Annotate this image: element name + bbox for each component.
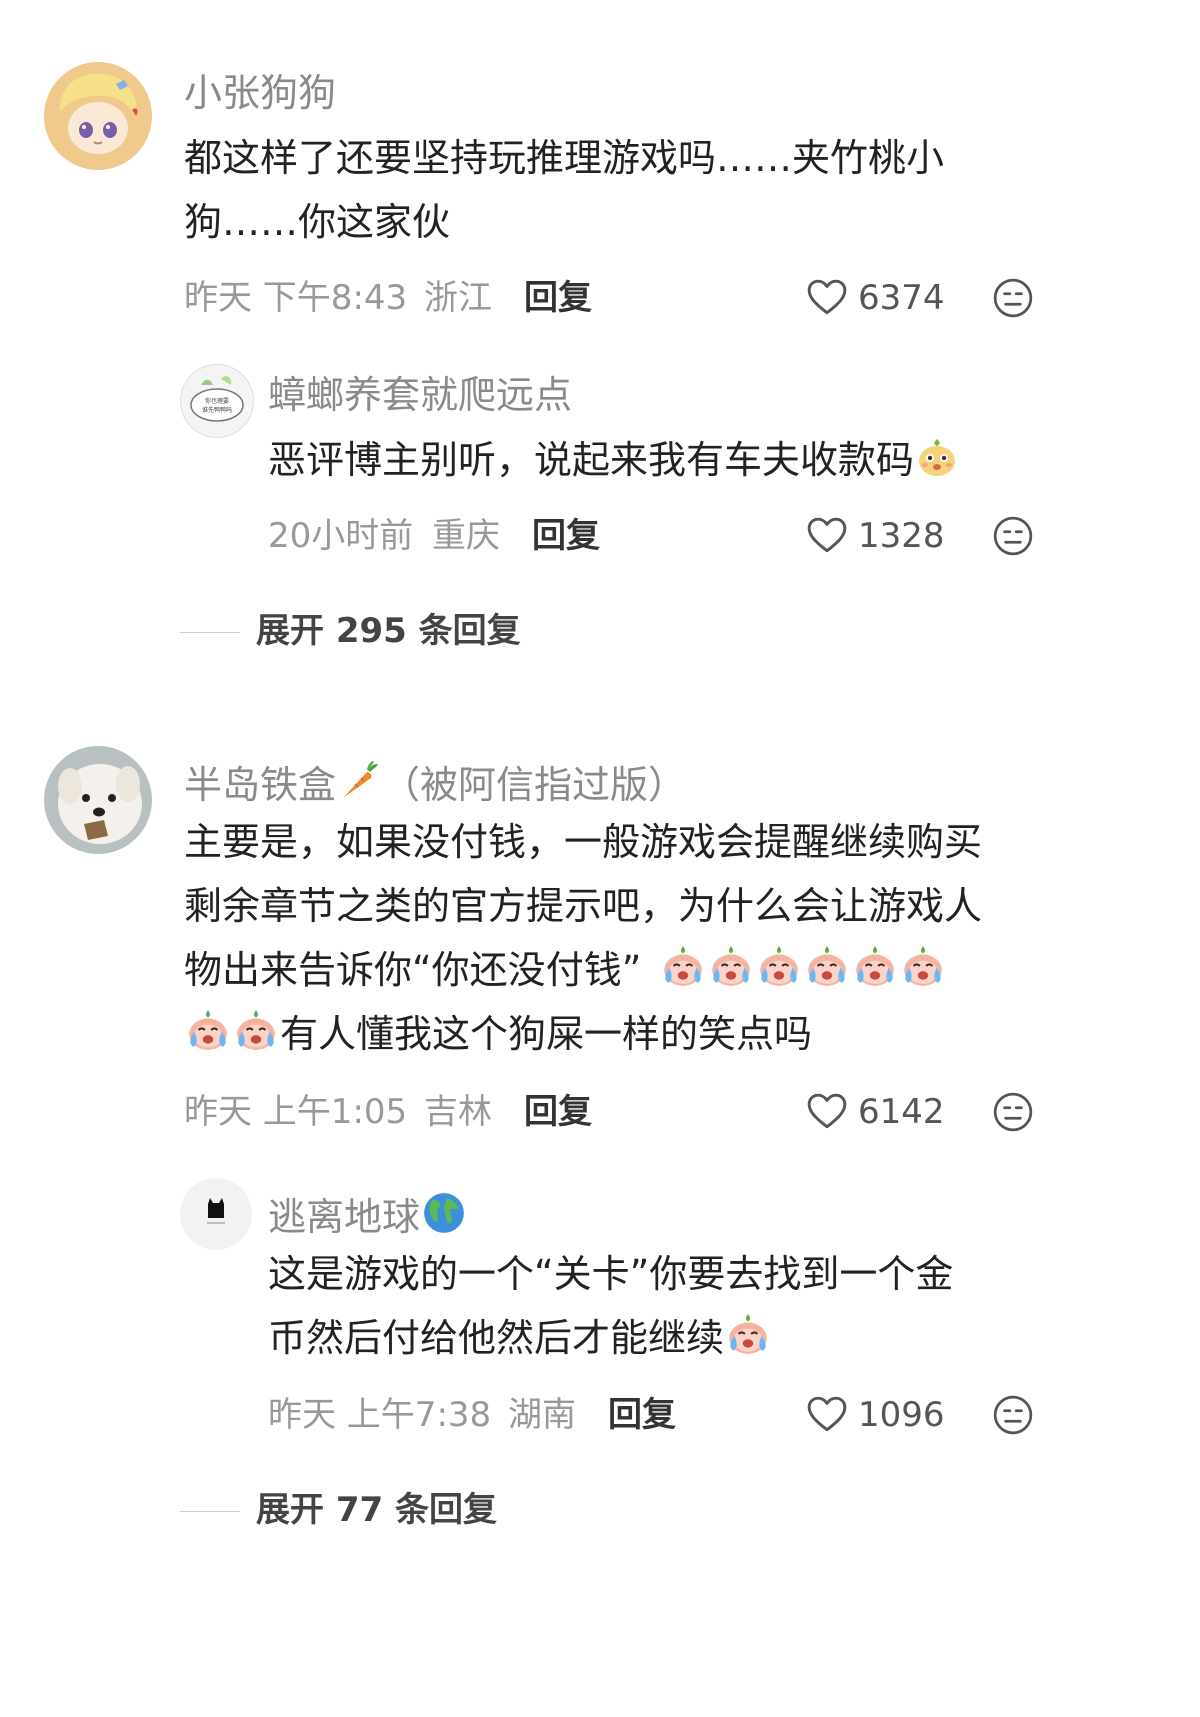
reply-line: 这是游戏的一个“关卡”你要去找到一个金 <box>268 1252 954 1296</box>
comment-line-text: 物出来告诉你“你还没付钱” <box>184 948 642 992</box>
heart-outline-icon <box>806 1394 848 1436</box>
reply-line: 币然后付给他然后才能继续 <box>268 1306 1068 1370</box>
comment-meta: 昨天 下午8:43 浙江 回复 6374 <box>184 275 1044 321</box>
expand-replies-label: 展开 295 条回复 <box>256 611 521 651</box>
comment-text: 主要是，如果没付钱，一般游戏会提醒继续购买 剩余章节之类的官方提示吧，为什么会让… <box>184 810 1064 1066</box>
comment-line: 有人懂我这个狗屎一样的笑点吗 <box>184 1002 1064 1066</box>
neutral-face-icon[interactable] <box>992 277 1034 319</box>
like-count: 6374 <box>858 278 945 318</box>
crying-peach-emoji <box>233 1007 279 1053</box>
like-count: 1096 <box>858 1395 945 1435</box>
reply-button[interactable]: 回复 <box>608 1392 676 1438</box>
comment-line: 物出来告诉你“你还没付钱” <box>184 938 1064 1002</box>
reply-text: 恶评博主别听，说起来我有车夫收款码 <box>268 428 1048 492</box>
location: 浙江 <box>424 278 492 318</box>
avatar-text: 你也理要 <box>205 397 229 405</box>
like-button[interactable]: 1096 <box>806 1392 946 1438</box>
neutral-face-icon[interactable] <box>992 1091 1034 1133</box>
reply-text: 这是游戏的一个“关卡”你要去找到一个金 币然后付给他然后才能继续 <box>268 1242 1068 1370</box>
timestamp: 昨天 下午8:43 <box>184 278 408 318</box>
crying-peach-emoji <box>852 943 898 989</box>
divider <box>180 1511 240 1512</box>
like-count: 1328 <box>858 516 945 556</box>
reply-meta: 20小时前 重庆 回复 1328 <box>268 513 1048 559</box>
avatar[interactable] <box>44 746 152 854</box>
neutral-face-icon[interactable] <box>992 1394 1034 1436</box>
reply-username-text: 逃离地球 <box>268 1195 421 1239</box>
like-count: 6142 <box>858 1092 945 1132</box>
crying-peach-emoji <box>900 943 946 989</box>
crying-peach-emoji <box>756 943 802 989</box>
username-suffix: （被阿信指过版） <box>382 763 687 807</box>
reply-avatar[interactable]: 你也理要 谁先鸭鸭吗 <box>180 364 254 438</box>
neutral-face-icon[interactable] <box>992 515 1034 557</box>
comment-line: 主要是，如果没付钱，一般游戏会提醒继续购买 <box>184 820 983 864</box>
comment-line: 剩余章节之类的官方提示吧，为什么会让游戏人 <box>184 884 983 928</box>
like-button[interactable]: 6374 <box>806 275 946 321</box>
crying-peach-emoji <box>660 943 706 989</box>
avatar[interactable] <box>44 62 152 170</box>
reply-avatar[interactable] <box>180 1178 252 1250</box>
location: 湖南 <box>508 1395 576 1435</box>
divider <box>180 632 240 633</box>
crying-peach-emoji <box>725 1311 771 1357</box>
crying-peach-emoji <box>804 943 850 989</box>
username[interactable]: 小张狗狗 <box>184 74 336 112</box>
avatar-text: 谁先鸭鸭吗 <box>202 406 232 414</box>
like-button[interactable]: 1328 <box>806 513 946 559</box>
reply-meta: 昨天 上午7:38 湖南 回复 1096 <box>268 1392 1048 1438</box>
timestamp: 昨天 上午1:05 <box>184 1092 408 1132</box>
comment-text: 都这样了还要坚持玩推理游戏吗……夹竹桃小狗……你这家伙 <box>184 126 1044 254</box>
heart-outline-icon <box>806 277 848 319</box>
reply-text-body: 恶评博主别听，说起来我有车夫收款码 <box>268 438 915 482</box>
heart-outline-icon <box>806 1091 848 1133</box>
username[interactable]: 半岛铁盒 （被阿信指过版） <box>184 758 686 804</box>
reply-username[interactable]: 逃离地球 <box>268 1190 468 1236</box>
globe-emoji <box>421 1190 467 1236</box>
carrot-emoji <box>337 758 381 802</box>
expand-replies-label: 展开 77 条回复 <box>256 1490 497 1530</box>
expand-replies-button[interactable]: 展开 295 条回复 <box>180 608 580 654</box>
timestamp: 20小时前 <box>268 516 414 556</box>
reply-button[interactable]: 回复 <box>524 275 592 321</box>
bun-face-emoji <box>915 435 959 479</box>
comment-meta: 昨天 上午1:05 吉林 回复 6142 <box>184 1089 1044 1135</box>
timestamp: 昨天 上午7:38 <box>268 1395 492 1435</box>
username-text: 半岛铁盒 <box>184 763 337 807</box>
reply-line-text: 币然后付给他然后才能继续 <box>268 1316 725 1360</box>
like-button[interactable]: 6142 <box>806 1089 946 1135</box>
reply-username[interactable]: 蟑螂养套就爬远点 <box>268 376 572 414</box>
crying-peach-emoji <box>185 1007 231 1053</box>
location: 重庆 <box>432 516 500 556</box>
location: 吉林 <box>424 1092 492 1132</box>
crying-peach-emoji <box>708 943 754 989</box>
reply-button[interactable]: 回复 <box>524 1089 592 1135</box>
comment-line-text: 有人懂我这个狗屎一样的笑点吗 <box>280 1012 813 1056</box>
comment-text-body: 都这样了还要坚持玩推理游戏吗……夹竹桃小狗……你这家伙 <box>184 136 945 244</box>
expand-replies-button[interactable]: 展开 77 条回复 <box>180 1487 580 1533</box>
reply-button[interactable]: 回复 <box>532 513 600 559</box>
heart-outline-icon <box>806 515 848 557</box>
